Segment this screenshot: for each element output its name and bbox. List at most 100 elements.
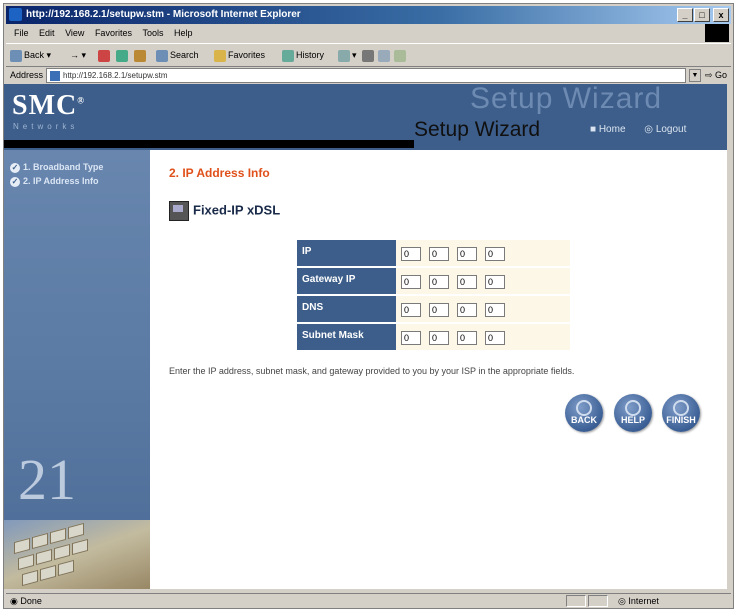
history-button[interactable]: History bbox=[282, 48, 324, 62]
connection-type-heading: Fixed-IP xDSL bbox=[169, 201, 280, 221]
menu-file[interactable]: File bbox=[14, 28, 29, 38]
smc-logo: SMC® bbox=[12, 90, 85, 122]
window-title: http://192.168.2.1/setupw.stm - Microsof… bbox=[26, 9, 301, 20]
print-icon[interactable] bbox=[362, 48, 376, 62]
menu-bar: File Edit View Favorites Tools Help bbox=[6, 26, 731, 41]
dns-octet-3[interactable] bbox=[457, 303, 477, 317]
page-content: SMC® Networks Setup Wizard Setup Wizard … bbox=[4, 84, 727, 589]
menu-favorites[interactable]: Favorites bbox=[95, 28, 132, 38]
header-nav: ■ Home ◎ Logout bbox=[590, 124, 702, 135]
header-banner: SMC® Networks Setup Wizard Setup Wizard … bbox=[4, 84, 727, 150]
gateway-octet-4[interactable] bbox=[485, 275, 505, 289]
home-icon[interactable] bbox=[134, 48, 148, 62]
keyboard-image bbox=[4, 520, 150, 589]
subnet-octet-4[interactable] bbox=[485, 331, 505, 345]
home-link-label: Home bbox=[598, 124, 626, 135]
subnet-octet-3[interactable] bbox=[457, 331, 477, 345]
menu-view[interactable]: View bbox=[65, 28, 84, 38]
help-label: HELP bbox=[620, 415, 645, 425]
connection-type-label: Fixed-IP xDSL bbox=[193, 202, 281, 218]
table-row: Subnet Mask bbox=[297, 324, 570, 350]
zone-label: Internet bbox=[628, 596, 659, 606]
logo-mark: ® bbox=[77, 95, 85, 106]
address-input[interactable]: http://192.168.2.1/setupw.stm bbox=[46, 68, 686, 83]
subnet-octet-2[interactable] bbox=[429, 331, 449, 345]
maximize-button[interactable]: □ bbox=[694, 8, 710, 22]
step-label: 1. Broadband Type bbox=[23, 162, 104, 172]
back-arrow-icon bbox=[10, 49, 22, 62]
search-button[interactable]: Search bbox=[156, 48, 199, 62]
menu-tools[interactable]: Tools bbox=[142, 28, 163, 38]
finish-button[interactable]: FINISH bbox=[662, 394, 700, 432]
favorites-icon bbox=[214, 49, 226, 62]
menu-edit[interactable]: Edit bbox=[39, 28, 55, 38]
dns-octet-4[interactable] bbox=[485, 303, 505, 317]
go-button[interactable]: ⇨ Go bbox=[705, 70, 727, 81]
history-label: History bbox=[296, 50, 325, 60]
forward-button[interactable]: → ▾ bbox=[70, 48, 86, 62]
finish-label: FINISH bbox=[666, 415, 696, 425]
subnet-mask-label: Subnet Mask bbox=[297, 324, 396, 350]
history-icon bbox=[282, 49, 294, 62]
search-icon bbox=[156, 49, 168, 62]
dns-octet-2[interactable] bbox=[429, 303, 449, 317]
ip-octet-2[interactable] bbox=[429, 247, 449, 261]
favorites-label: Favorites bbox=[228, 50, 266, 60]
subnet-octet-1[interactable] bbox=[401, 331, 421, 345]
logout-link-label: Logout bbox=[655, 124, 687, 135]
scrollbar[interactable] bbox=[731, 88, 733, 593]
gateway-octet-1[interactable] bbox=[401, 275, 421, 289]
favorites-button[interactable]: Favorites bbox=[214, 48, 265, 62]
ip-label: IP bbox=[297, 240, 396, 266]
address-dropdown[interactable]: ▼ bbox=[689, 69, 701, 82]
edit-icon[interactable] bbox=[378, 48, 392, 62]
help-icon bbox=[625, 400, 641, 416]
ie-icon bbox=[9, 8, 22, 21]
sidebar: ✓ 1. Broadband Type ✓ 2. IP Address Info 2… bbox=[4, 150, 150, 589]
instruction-text: Enter the IP address, subnet mask, and g… bbox=[169, 366, 575, 376]
search-label: Search bbox=[170, 50, 199, 60]
address-label: Address bbox=[10, 70, 44, 80]
decoration-21: 21 bbox=[18, 447, 76, 512]
dns-octets bbox=[396, 296, 570, 322]
help-button[interactable]: HELP bbox=[614, 394, 652, 432]
finish-icon bbox=[673, 400, 689, 416]
table-row: DNS bbox=[297, 296, 570, 322]
back-button[interactable]: Back ▾ bbox=[10, 48, 51, 62]
main-panel: 2. IP Address Info Fixed-IP xDSL IP Gate… bbox=[150, 150, 727, 589]
ip-octet-1[interactable] bbox=[401, 247, 421, 261]
gateway-ip-label: Gateway IP bbox=[297, 268, 396, 294]
refresh-icon[interactable] bbox=[116, 48, 130, 62]
check-icon: ✓ bbox=[10, 162, 20, 173]
status-text: ◉ Done bbox=[10, 596, 42, 606]
windows-logo-icon bbox=[705, 24, 729, 42]
stop-icon[interactable] bbox=[98, 48, 112, 62]
discuss-icon[interactable] bbox=[394, 48, 408, 62]
check-icon: ✓ bbox=[10, 176, 20, 187]
page-icon bbox=[50, 71, 60, 81]
ip-settings-table: IP Gateway IP DNS Subnet Mask bbox=[297, 238, 570, 352]
ip-octet-3[interactable] bbox=[457, 247, 477, 261]
close-button[interactable]: x bbox=[713, 8, 729, 22]
gateway-octet-2[interactable] bbox=[429, 275, 449, 289]
banner-divider bbox=[4, 140, 414, 148]
ip-octet-4[interactable] bbox=[485, 247, 505, 261]
back-nav-button[interactable]: BACK bbox=[565, 394, 603, 432]
mail-icon[interactable]: ▾ bbox=[338, 48, 357, 62]
menu-help[interactable]: Help bbox=[174, 28, 193, 38]
back-nav-label: BACK bbox=[571, 415, 597, 425]
toolbar: Back ▾ → ▾ Search Favorites History ▾ bbox=[6, 43, 731, 67]
gateway-octet-3[interactable] bbox=[457, 275, 477, 289]
logout-link[interactable]: ◎ Logout bbox=[644, 124, 694, 135]
page-title: Setup Wizard bbox=[414, 118, 541, 141]
home-link[interactable]: ■ Home bbox=[590, 124, 634, 135]
dns-octet-1[interactable] bbox=[401, 303, 421, 317]
title-bar: http://192.168.2.1/setupw.stm - Microsof… bbox=[6, 6, 731, 24]
status-pane bbox=[588, 595, 608, 607]
status-done: Done bbox=[20, 596, 42, 606]
sidebar-item-ip-address-info[interactable]: ✓ 2. IP Address Info bbox=[10, 176, 99, 187]
sidebar-item-broadband-type[interactable]: ✓ 1. Broadband Type bbox=[10, 162, 103, 173]
back-label: Back bbox=[24, 50, 45, 60]
table-row: IP bbox=[297, 240, 570, 266]
minimize-button[interactable]: _ bbox=[677, 8, 693, 22]
